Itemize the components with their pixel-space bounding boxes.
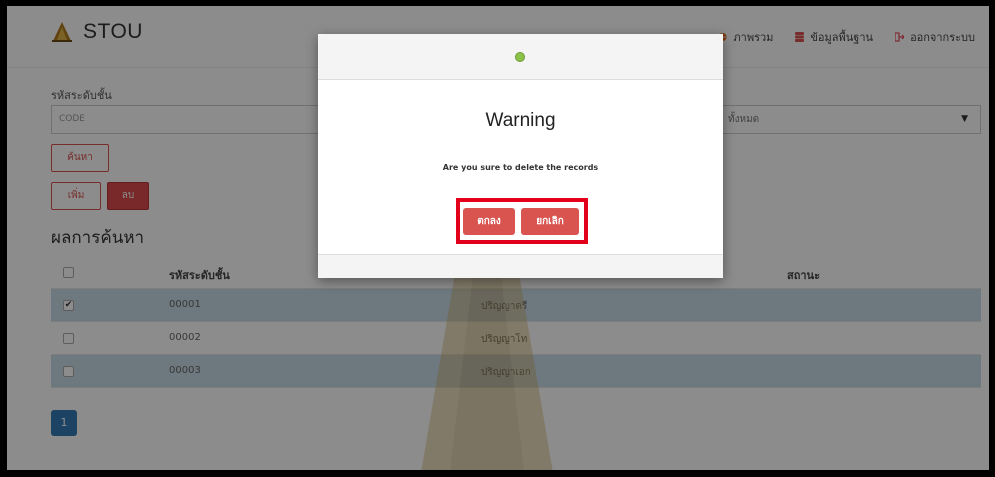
cancel-button[interactable]: ยกเลิก	[521, 208, 579, 235]
screen-frame: STOU ภาพรวม ข้อมูลพื้นฐาน ออกจากระบบ รหั…	[0, 0, 995, 477]
dialog-message: Are you sure to delete the records	[442, 163, 599, 172]
warning-dialog: Warning Are you sure to delete the recor…	[318, 34, 723, 278]
status-dot-icon	[515, 52, 525, 62]
dialog-title: Warning	[485, 110, 556, 131]
dialog-header	[318, 34, 723, 80]
dialog-footer	[318, 254, 723, 278]
confirm-button[interactable]: ตกลง	[463, 208, 515, 235]
